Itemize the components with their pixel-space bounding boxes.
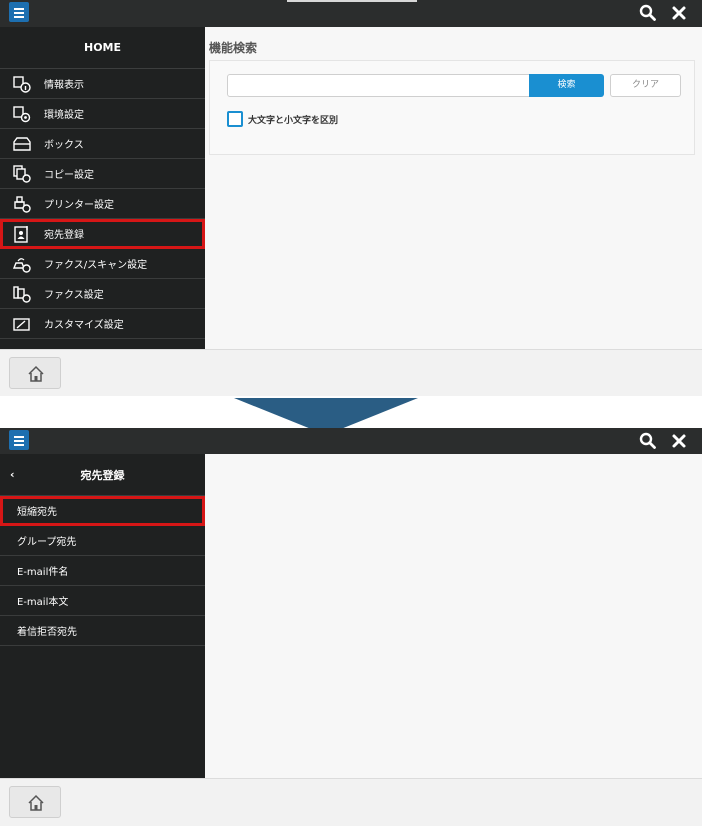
sidebar-item-reject-list[interactable]: 着信拒否宛先	[0, 616, 205, 646]
bottom-bar	[0, 349, 702, 396]
sidebar-item-copy-settings[interactable]: コピー設定	[0, 159, 205, 189]
search-input[interactable]	[227, 74, 530, 97]
sidebar-item-label: ファクス/スキャン設定	[44, 260, 148, 271]
customize-settings-icon	[13, 318, 30, 331]
hamburger-menu-icon[interactable]	[9, 2, 29, 22]
screen-home: HOME 情報表示 環境設定 ボックス コピー設定 プリンター設定 宛先登録 フ…	[0, 0, 702, 396]
close-icon[interactable]	[669, 3, 689, 23]
fax-scan-settings-icon	[12, 258, 31, 273]
top-tab-edge	[287, 0, 417, 2]
clear-button[interactable]: クリア	[610, 74, 681, 97]
sidebar-item-label: ボックス	[44, 140, 84, 151]
sidebar-item-label: プリンター設定	[44, 200, 114, 211]
address-register-sidebar: ‹ 宛先登録 短縮宛先 グループ宛先 E-mail件名 E-mail本文 着信拒…	[0, 454, 205, 806]
home-icon	[28, 794, 44, 811]
sidebar-title: HOME	[0, 27, 205, 69]
sidebar-item-info-display[interactable]: 情報表示	[0, 69, 205, 99]
sidebar-item-email-subject[interactable]: E-mail件名	[0, 556, 205, 586]
function-search-panel: 機能検索 検索 クリア 大文字と小文字を区別	[205, 27, 702, 349]
top-bar	[0, 428, 702, 454]
bottom-bar	[0, 778, 702, 826]
hamburger-menu-icon[interactable]	[9, 430, 29, 450]
sidebar-item-label: コピー設定	[44, 170, 94, 181]
sidebar-item-group[interactable]: グループ宛先	[0, 526, 205, 556]
sidebar-item-label: 情報表示	[44, 80, 84, 91]
sidebar-item-fax-scan-settings[interactable]: ファクス/スキャン設定	[0, 249, 205, 279]
info-display-icon	[13, 76, 31, 93]
top-bar	[0, 0, 702, 27]
box-icon	[13, 137, 31, 151]
sidebar-item-label: 環境設定	[44, 110, 84, 121]
case-sensitive-checkbox[interactable]	[227, 111, 243, 127]
content-panel	[205, 454, 702, 806]
page-title: 機能検索	[209, 41, 258, 55]
search-card: 検索 クリア 大文字と小文字を区別	[209, 60, 695, 155]
home-icon	[28, 365, 44, 382]
sidebar-item-label: 宛先登録	[44, 230, 84, 241]
sidebar-item-email-body[interactable]: E-mail本文	[0, 586, 205, 616]
sidebar-item-label: カスタマイズ設定	[44, 320, 124, 331]
address-register-icon	[14, 226, 28, 243]
search-icon[interactable]	[638, 3, 658, 23]
sidebar-header: ‹ 宛先登録	[0, 454, 205, 496]
copy-settings-icon	[13, 165, 31, 183]
home-sidebar: HOME 情報表示 環境設定 ボックス コピー設定 プリンター設定 宛先登録 フ…	[0, 27, 205, 349]
fax-settings-icon	[13, 286, 31, 303]
sidebar-item-fax-settings[interactable]: ファクス設定	[0, 279, 205, 309]
back-chevron-icon[interactable]: ‹	[10, 468, 15, 481]
home-button[interactable]	[9, 357, 61, 389]
case-sensitive-label: 大文字と小文字を区別	[248, 116, 339, 126]
close-icon[interactable]	[669, 431, 689, 451]
sidebar-title: 宛先登録	[80, 468, 125, 482]
printer-settings-icon	[14, 196, 31, 213]
sidebar-item-printer-settings[interactable]: プリンター設定	[0, 189, 205, 219]
search-icon[interactable]	[638, 431, 658, 451]
sidebar-item-customize-settings[interactable]: カスタマイズ設定	[0, 309, 205, 339]
sidebar-item-address-register[interactable]: 宛先登録	[0, 219, 205, 249]
environment-settings-icon	[13, 106, 31, 123]
search-button[interactable]: 検索	[529, 74, 604, 97]
sidebar-item-label: ファクス設定	[44, 290, 104, 301]
sidebar-item-environment-settings[interactable]: 環境設定	[0, 99, 205, 129]
sidebar-item-box[interactable]: ボックス	[0, 129, 205, 159]
home-button[interactable]	[9, 786, 61, 818]
screen-address-register: ‹ 宛先登録 短縮宛先 グループ宛先 E-mail件名 E-mail本文 着信拒…	[0, 428, 702, 826]
sidebar-item-speed-dial[interactable]: 短縮宛先	[0, 496, 205, 526]
